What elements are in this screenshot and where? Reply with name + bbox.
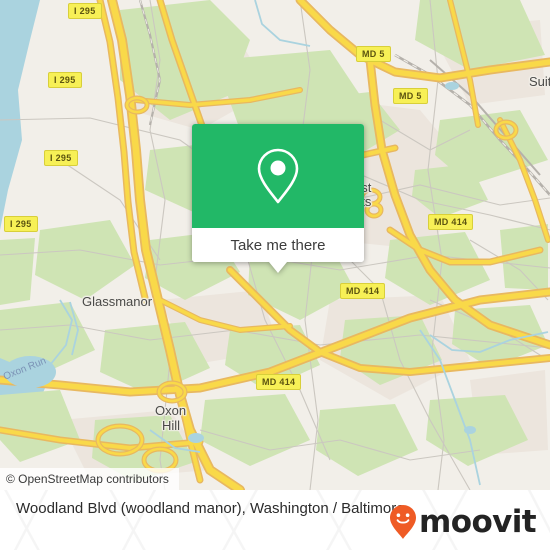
page-title: Woodland Blvd (woodland manor), Washingt… [16,500,405,517]
place-label-glassmanor: Glassmanor [82,294,153,309]
road-shield: I 295 [48,72,82,88]
footer-bar: Woodland Blvd (woodland manor), Washingt… [0,490,550,550]
place-label-hill: Hill [162,418,181,433]
road-shield: I 295 [68,3,102,19]
map-attribution[interactable]: © OpenStreetMap contributors [0,468,179,490]
place-label-suitland-partial: Suit [529,74,550,89]
road-shield: MD 414 [428,214,474,230]
map-pin-icon [255,147,301,205]
map-canvas[interactable]: I 295 I 295 I 295 I 295 MD 5 MD 5 MD 414… [0,0,550,490]
take-me-there-label: Take me there [230,236,326,254]
road-shield: I 295 [4,216,38,232]
place-label-oxon: Oxon [155,403,187,418]
moovit-station-map-screenshot: I 295 I 295 I 295 I 295 MD 5 MD 5 MD 414… [0,0,550,550]
moovit-pin-smiley-icon [388,504,418,540]
road-shield: MD 414 [340,283,386,299]
road-shield: I 295 [44,150,78,166]
road-shield: MD 414 [256,374,302,390]
road-shield: MD 5 [356,46,391,62]
popup-body: Take me there [192,124,364,262]
road-shield: MD 5 [393,88,428,104]
take-me-there-button[interactable]: Take me there [192,228,364,262]
station-popup-card[interactable]: Take me there [192,124,364,273]
map-attribution-text: © OpenStreetMap contributors [6,472,169,486]
moovit-brand[interactable]: moovit [388,503,537,540]
popup-tail [269,262,287,273]
popup-header [192,124,364,228]
moovit-wordmark: moovit [419,503,537,540]
